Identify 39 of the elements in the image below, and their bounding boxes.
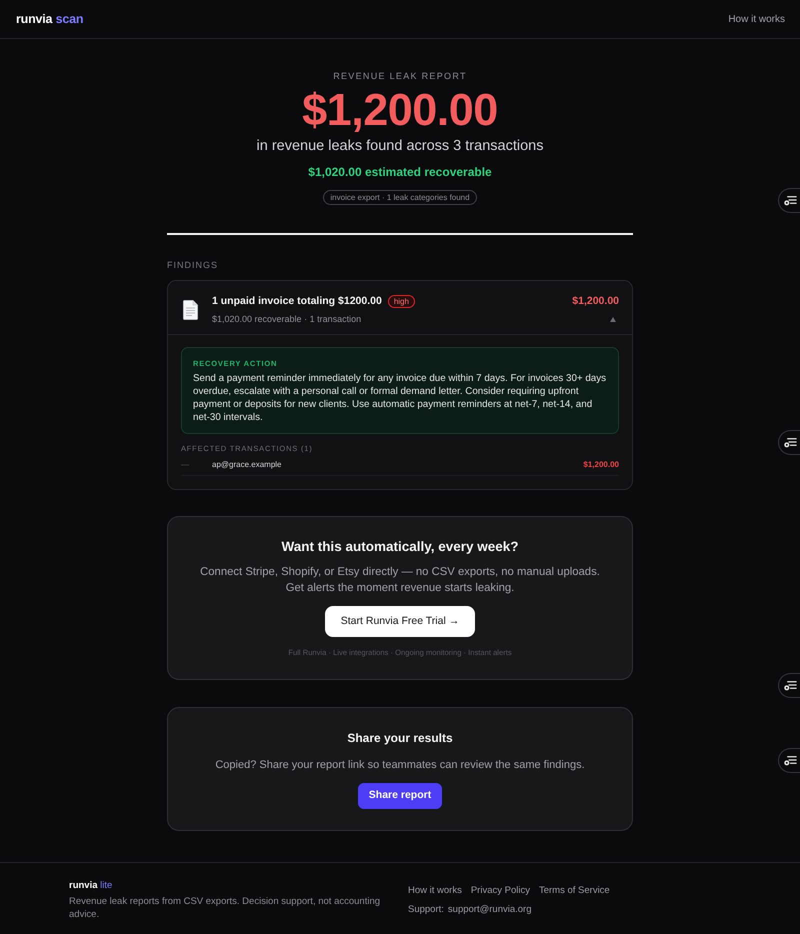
- footer-link[interactable]: How it works: [408, 885, 462, 897]
- list-settings-icon: [784, 755, 797, 766]
- transaction-amount: $1,200.00: [583, 459, 619, 470]
- finding-amount: $1,200.00: [572, 294, 619, 308]
- list-settings-icon: [784, 680, 797, 691]
- upsell-text: Connect Stripe, Shopify, or Etsy directly — no CSV exports, no manual uploads. Get alerts the moment revenue starts leaking.: [199, 565, 601, 596]
- recovery-text: Send a payment reminder immediately for any invoice due within 7 days. For invoices 30+ days overdue, escalate with a personal call or formal demand letter. Consider requiring upfront payment or deposits for new clients. Use automatic payment reminders at net-7, net-14, and net-30 intervals.: [193, 372, 607, 424]
- footer-tagline: Revenue leak reports from CSV exports. Decision support, not accounting advice.: [69, 895, 382, 921]
- footer-brand: runvia lite: [69, 880, 114, 892]
- transaction-email: ap@grace.example: [212, 459, 282, 470]
- support-label: Support:: [408, 904, 444, 916]
- list-settings-icon: [784, 437, 797, 448]
- footer-link[interactable]: Privacy Policy: [470, 885, 530, 897]
- report-eyebrow: REVENUE LEAK REPORT: [332, 70, 468, 82]
- finding-summary: $1,020.00 recoverable · 1 transaction: [212, 313, 362, 325]
- list-settings-icon: [784, 195, 797, 206]
- document-icon: [182, 300, 199, 320]
- support-email-link[interactable]: support@runvia.org: [448, 904, 532, 916]
- share-title: Share your results: [346, 730, 454, 746]
- finding-title: 1 unpaid invoice totaling $1200.00: [212, 294, 382, 308]
- floating-action-button[interactable]: [778, 188, 800, 213]
- section-heading: FINDINGS: [167, 259, 220, 271]
- floating-action-button[interactable]: [778, 430, 800, 455]
- source-tag: invoice export · 1 leak categories found: [323, 190, 477, 205]
- leak-summary: in revenue leaks found across 3 transactions: [256, 137, 544, 155]
- floating-action-button[interactable]: [778, 748, 800, 773]
- recoverable-amount: $1,020.00 estimated recoverable: [307, 164, 493, 180]
- upsell-title: Want this automatically, every week?: [280, 538, 520, 556]
- free-trial-button[interactable]: Start Runvia Free Trial →: [324, 606, 476, 637]
- share-text: Copied? Share your report link so teammates can review the same findings.: [214, 758, 586, 772]
- share-report-button[interactable]: Share report: [358, 783, 442, 809]
- severity-badge: high: [388, 294, 415, 308]
- dash-marker: —: [181, 459, 190, 470]
- caret-icon[interactable]: [610, 317, 616, 322]
- leak-total: $1,200.00: [301, 88, 499, 132]
- logo-link[interactable]: runvia scan: [16, 10, 84, 28]
- footer-link[interactable]: Terms of Service: [538, 885, 610, 897]
- floating-action-button[interactable]: [778, 673, 800, 698]
- nav-link[interactable]: How it works: [728, 12, 785, 26]
